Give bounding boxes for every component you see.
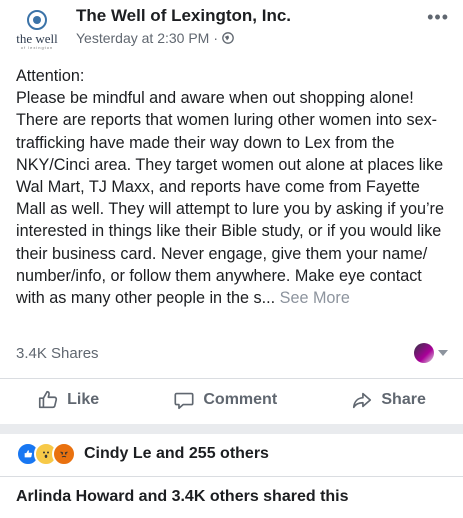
action-bar: Like Comment Share (0, 382, 463, 418)
page-name-link[interactable]: The Well of Lexington, Inc. (76, 6, 291, 26)
comment-button[interactable]: Comment (173, 389, 277, 411)
logo-icon (27, 10, 47, 30)
share-arrow-icon (353, 392, 372, 409)
page-avatar[interactable]: the well of lexington (10, 8, 64, 54)
comment-icon (174, 392, 194, 410)
post-timestamp[interactable]: Yesterday at 2:30 PM (76, 30, 209, 46)
share-button[interactable]: Share (351, 389, 426, 411)
divider (0, 476, 463, 477)
chevron-down-icon (438, 350, 448, 356)
shared-by-text[interactable]: Arlinda Howard and 3.4K others shared th… (16, 488, 349, 506)
globe-icon[interactable] (222, 32, 234, 44)
angry-reaction-icon (52, 442, 76, 466)
post-body-text: Attention: Please be mindful and aware w… (16, 67, 444, 308)
divider (0, 378, 463, 379)
like-label: Like (67, 391, 100, 408)
shares-count[interactable]: 3.4K Shares (16, 345, 99, 362)
thumbs-up-icon (39, 390, 58, 409)
post-header: the well of lexington The Well of Lexing… (0, 0, 463, 62)
viewer-selector[interactable] (414, 343, 448, 363)
reactions-names: Cindy Le and 255 others (84, 445, 269, 462)
post-stats-row: 3.4K Shares (16, 342, 448, 364)
viewer-avatar (414, 343, 434, 363)
post-body: Attention: Please be mindful and aware w… (16, 65, 448, 309)
see-more-link[interactable]: See More (280, 289, 350, 307)
meta-separator: · (213, 30, 219, 46)
reaction-icons (16, 442, 76, 466)
post-meta: Yesterday at 2:30 PM · (76, 30, 234, 46)
like-button[interactable]: Like (37, 389, 99, 411)
more-options-icon[interactable]: ••• (427, 8, 449, 26)
avatar-logo-text: the well (16, 31, 58, 46)
share-label: Share (381, 391, 426, 408)
avatar-logo-subtext: of lexington (20, 45, 54, 50)
reactions-summary[interactable]: Cindy Le and 255 others (16, 442, 269, 466)
comment-label: Comment (203, 391, 278, 408)
section-separator (0, 424, 463, 434)
